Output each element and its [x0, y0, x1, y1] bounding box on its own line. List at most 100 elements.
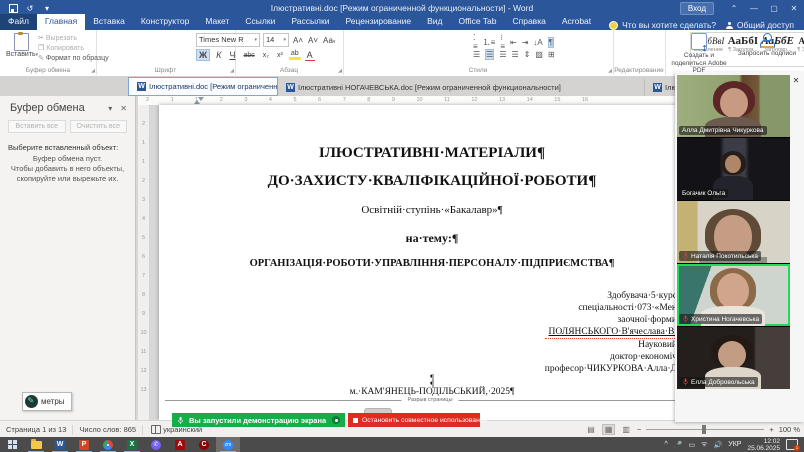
doc-tab-2[interactable]: W Ілюстративні НОГАЧЕВСЬКА.doc [Режим ог…: [278, 79, 645, 96]
read-mode-icon[interactable]: ▤: [585, 425, 597, 434]
screen-share-banner[interactable]: Вы запустили демонстрацию экрана: [172, 413, 345, 427]
tab-view[interactable]: Вид: [419, 14, 450, 30]
word-doc-icon: W: [653, 83, 662, 92]
dialog-launcher-icon[interactable]: ◢: [608, 68, 612, 74]
clear-all-button[interactable]: Очистить все: [70, 120, 128, 133]
tab-office-tab[interactable]: Office Tab: [451, 14, 505, 30]
doc-title-line-2[interactable]: ДО·ЗАХИСТУ·КВАЛІФІКАЦІЙНОЇ·РОБОТИ¶: [165, 173, 699, 190]
save-icon[interactable]: [8, 3, 18, 13]
dialog-launcher-icon[interactable]: ◢: [338, 68, 342, 74]
doc-title-line-1[interactable]: ІЛЮСТРАТИВНІ·МАТЕРІАЛИ¶: [165, 145, 699, 162]
close-icon[interactable]: ✕: [791, 76, 801, 86]
tab-insert[interactable]: Вставка: [85, 14, 133, 30]
italic-button[interactable]: К: [214, 50, 223, 60]
tab-layout[interactable]: Макет: [197, 14, 237, 30]
windows-logo-icon: [8, 440, 17, 449]
doc-degree-line[interactable]: Освітній·ступінь·«Бакалавр»¶: [165, 204, 699, 216]
hanging-indent-marker[interactable]: [194, 100, 200, 104]
paste-button[interactable]: Вставить▾: [6, 33, 36, 67]
muted-mic-icon: [682, 252, 689, 260]
customize-qat-icon[interactable]: ▾: [42, 3, 52, 13]
stop-share-button[interactable]: Остановить совместное использование: [348, 413, 480, 427]
group-paragraph: ⁚≡ ⒈≡ ⁝≡ ⇤ ⇥ ↓А ¶ ☰ ☰ ☰ ☰ ⇕ ▨ ⊞ Абзац ◢: [235, 30, 344, 75]
tab-acrobat[interactable]: Acrobat: [554, 14, 599, 30]
proofing-icon[interactable]: [151, 425, 161, 434]
web-layout-icon[interactable]: ▥: [620, 425, 632, 434]
doc-author-block[interactable]: Здобувача·5·курс спеціальності·073·«Мен …: [545, 290, 677, 375]
tray-mic-icon[interactable]: 🎤: [674, 441, 683, 449]
group-editing: Найти ▾ abЗаменить ▷Выделить ▾ Редактиро…: [613, 30, 666, 75]
zoom-video-panel: ✕ Алла Дмитрівна Чикуркова Богачик Ольга: [675, 72, 804, 422]
lightbulb-icon: [609, 21, 618, 30]
tab-review[interactable]: Рецензирование: [337, 14, 419, 30]
ribbon-display-options-icon[interactable]: ⌃: [724, 0, 744, 16]
tab-design[interactable]: Конструктор: [133, 14, 197, 30]
muted-mic-icon: [682, 378, 689, 386]
clipboard-pane-title: Буфер обмена: [10, 102, 85, 114]
hide-banner-icon[interactable]: [332, 416, 340, 424]
taskbar-clock[interactable]: 12:0225.06.2025: [747, 438, 780, 452]
zoom-slider-thumb[interactable]: [702, 425, 706, 434]
tray-language[interactable]: УКР: [728, 441, 741, 448]
tab-file[interactable]: Файл: [0, 14, 37, 30]
taskbar-explorer-icon[interactable]: [24, 437, 48, 452]
page-indicator[interactable]: Страница 1 из 13: [6, 425, 66, 434]
sharing-status-text: Вы запустили демонстрацию экрана: [189, 416, 326, 425]
tab-references[interactable]: Ссылки: [237, 14, 283, 30]
participant-video-5[interactable]: Елла Добровольська: [677, 327, 790, 389]
doc-theme-line[interactable]: ОРГАНІЗАЦІЯ·РОБОТИ·УПРАВЛІННЯ·ПЕРСОНАЛУ·…: [165, 258, 699, 269]
start-button[interactable]: [0, 437, 24, 452]
doc-theme-label[interactable]: на·тему:¶: [165, 231, 699, 246]
participant-video-4[interactable]: Христина Ногачевська: [677, 264, 790, 326]
pane-dropdown-icon[interactable]: ▾: [108, 104, 112, 113]
tab-help[interactable]: Справка: [504, 14, 553, 30]
taskbar-chrome-icon[interactable]: [96, 437, 120, 452]
taskbar-viber-icon[interactable]: ✆: [144, 437, 168, 452]
tray-network-icon[interactable]: ᯤ: [701, 440, 707, 449]
taskbar-acrobat-icon[interactable]: A: [168, 437, 192, 452]
participant-name: Елла Добровольська: [679, 377, 758, 387]
stop-icon: [353, 418, 358, 423]
pane-close-icon[interactable]: ✕: [120, 104, 127, 113]
dialog-launcher-icon[interactable]: ◢: [91, 68, 95, 74]
paste-all-button[interactable]: Вставить все: [8, 120, 66, 133]
doc-city-line[interactable]: м.·КАМ'ЯНЕЦЬ-ПОДІЛЬСЬКИЙ,·2025¶: [165, 387, 699, 397]
word-count[interactable]: Число слов: 865: [79, 425, 136, 434]
share-button[interactable]: Общий доступ: [726, 20, 794, 30]
taskbar-powerpoint-icon[interactable]: P: [72, 437, 96, 452]
bold-button[interactable]: Ж: [196, 49, 210, 61]
paragraph-group-label: Абзац: [235, 67, 343, 74]
clipboard-pane: Буфер обмена ▾ ✕ Вставить все Очистить в…: [0, 96, 136, 420]
tray-expand-icon[interactable]: ^: [664, 441, 667, 448]
create-share-pdf-button[interactable]: Создать и поделиться Adobe PDF: [667, 33, 731, 75]
print-layout-icon[interactable]: ▦: [602, 424, 616, 435]
maximize-button[interactable]: ▢: [764, 0, 784, 16]
tell-me-box[interactable]: Что вы хотите сделать?: [609, 20, 716, 30]
participant-video-3[interactable]: Наталія Покотильська: [677, 201, 790, 263]
undo-icon[interactable]: ↺: [25, 3, 35, 13]
tab-home[interactable]: Главная: [37, 14, 85, 30]
taskbar-word-icon[interactable]: W: [48, 437, 72, 452]
tab-mailings[interactable]: Рассылки: [283, 14, 337, 30]
taskbar-excel-icon[interactable]: X: [120, 437, 144, 452]
sign-in-button[interactable]: Вход: [680, 2, 714, 15]
annotation-tooltip[interactable]: метры: [22, 392, 72, 411]
tray-volume-icon[interactable]: 🔊: [714, 441, 723, 449]
participant-video-2[interactable]: Богачик Ольга: [677, 138, 790, 200]
minimize-button[interactable]: —: [744, 0, 764, 16]
participant-video-1[interactable]: Алла Дмитрівна Чикуркова: [677, 75, 790, 137]
document-page[interactable]: ІЛЮСТРАТИВНІ·МАТЕРІАЛИ¶ ДО·ЗАХИСТУ·КВАЛІ…: [159, 105, 705, 420]
request-signatures-button[interactable]: Запросить подписи: [735, 33, 799, 58]
zoom-slider[interactable]: [646, 429, 764, 430]
vertical-ruler[interactable]: 2 1 1 2 3 4 5 6 7 8 9 10 11 12 13: [138, 105, 150, 420]
taskbar-c-app-icon[interactable]: C: [192, 437, 216, 452]
zoom-in-icon[interactable]: +: [769, 425, 773, 434]
zoom-out-icon[interactable]: −: [637, 425, 641, 434]
zoom-level[interactable]: 100 %: [779, 425, 800, 434]
close-button[interactable]: ✕: [784, 0, 804, 16]
dialog-launcher-icon[interactable]: ◢: [230, 68, 234, 74]
doc-tab-1[interactable]: W Ілюстративні.doc [Режим ограниченной ф…: [128, 77, 278, 96]
tray-battery-icon[interactable]: ▭: [689, 441, 696, 449]
action-center-icon[interactable]: [786, 439, 798, 450]
taskbar-zoom-icon[interactable]: zm: [216, 437, 240, 452]
